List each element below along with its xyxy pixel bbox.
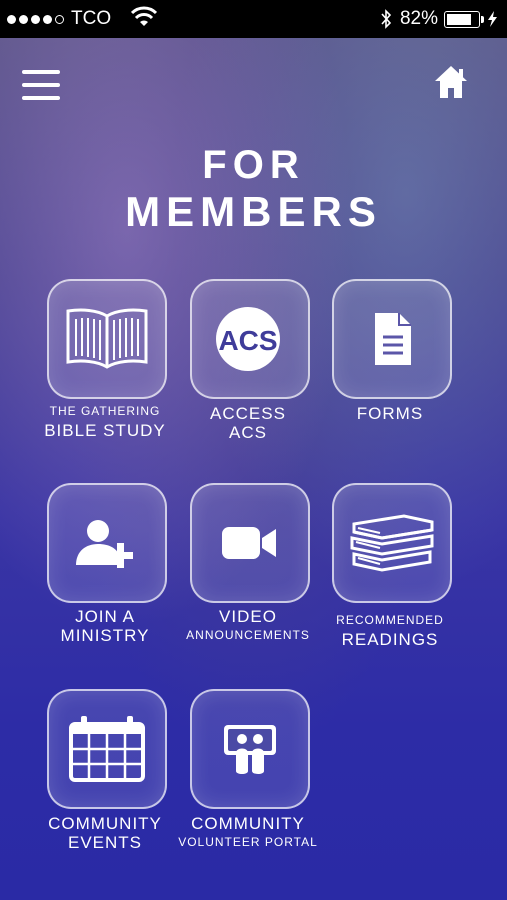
battery-icon (444, 10, 484, 28)
video-announcements-button[interactable] (190, 483, 310, 603)
volunteer-portal-label: COMMUNITY VOLUNTEER PORTAL (163, 814, 333, 852)
acs-logo-icon: ACS (216, 307, 280, 371)
acs-logo-text: ACS (218, 325, 277, 356)
charging-icon (488, 11, 497, 27)
community-events-button[interactable] (47, 689, 167, 809)
add-user-icon (76, 520, 133, 568)
volunteer-portal-label-line1: COMMUNITY (191, 814, 305, 833)
document-icon (375, 313, 411, 365)
bluetooth-icon (381, 9, 392, 29)
join-ministry-button[interactable] (47, 483, 167, 603)
recommended-readings-label: RECOMMENDED READINGS (305, 611, 475, 649)
battery-percentage: 82% (399, 8, 438, 29)
forms-button[interactable] (332, 279, 452, 399)
access-acs-button[interactable]: ACS (190, 279, 310, 399)
wifi-icon (131, 6, 157, 26)
carrier-name: TCO (71, 8, 112, 29)
hamburger-menu-icon[interactable] (22, 70, 60, 102)
bible-study-button[interactable] (47, 279, 167, 399)
status-bar: TCO 82% (0, 0, 507, 38)
volunteer-portal-button[interactable] (190, 689, 310, 809)
recommended-readings-button[interactable] (332, 483, 452, 603)
open-book-icon (66, 308, 148, 369)
video-camera-icon (222, 527, 276, 559)
forms-label: FORMS (305, 404, 475, 423)
recommended-readings-label-line2: READINGS (341, 630, 439, 649)
forms-label-line1: FORMS (356, 404, 424, 423)
access-acs-label-line2: ACS (229, 423, 267, 442)
page-title-line1: FOR (202, 143, 305, 187)
signal-strength-icon (7, 8, 67, 30)
volunteer-portal-label-line2: VOLUNTEER PORTAL (178, 835, 318, 849)
book-stack-icon (350, 514, 434, 572)
calendar-icon (69, 716, 145, 782)
volunteer-hands-icon (224, 725, 276, 774)
recommended-readings-label-line1: RECOMMENDED (336, 613, 444, 627)
page-title-line2: MEMBERS (125, 188, 382, 235)
home-icon[interactable] (432, 63, 470, 101)
